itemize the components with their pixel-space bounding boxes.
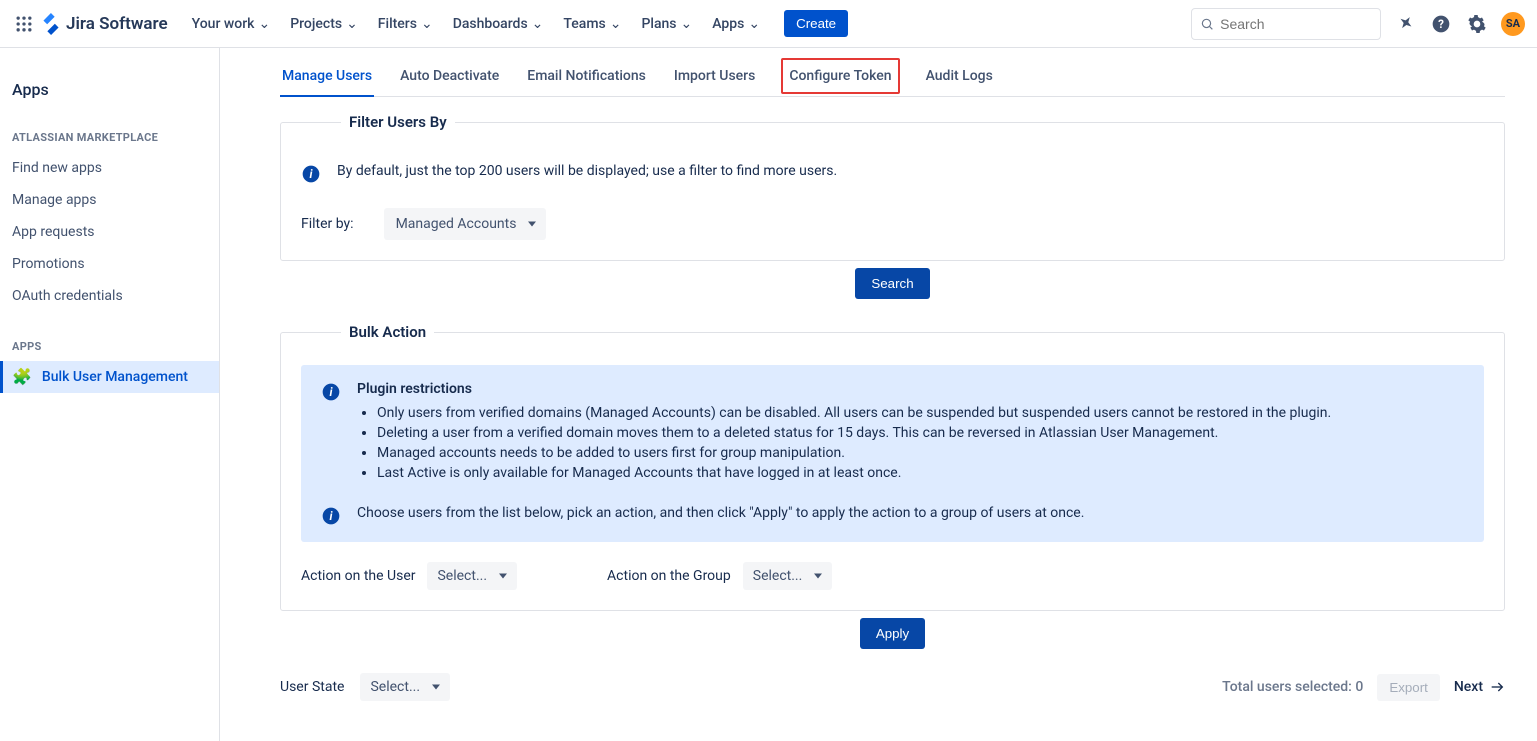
nav-teams[interactable]: Teams⌄ xyxy=(555,10,629,38)
nav-your-work[interactable]: Your work⌄ xyxy=(184,10,279,38)
info-icon: i xyxy=(301,164,321,184)
restrictions-list: Only users from verified domains (Manage… xyxy=(377,405,1464,481)
sidebar-item-bulk-user[interactable]: 🧩 Bulk User Management xyxy=(0,361,219,393)
create-button[interactable]: Create xyxy=(784,10,848,37)
nav-projects[interactable]: Projects⌄ xyxy=(282,10,366,38)
footer-row: User State Select... Total users selecte… xyxy=(280,673,1505,701)
tab-manage-users[interactable]: Manage Users xyxy=(280,56,374,96)
action-user-select[interactable]: Select... xyxy=(427,562,517,590)
filter-by-label: Filter by: xyxy=(301,216,354,232)
restriction-item: Last Active is only available for Manage… xyxy=(377,465,1464,481)
total-selected-count: 0 xyxy=(1355,679,1363,695)
info-banner: i Plugin restrictions Only users from ve… xyxy=(301,365,1484,542)
arrow-right-icon xyxy=(1489,679,1505,695)
top-icons: ? SA xyxy=(1393,12,1525,36)
chevron-down-icon: ⌄ xyxy=(681,16,693,32)
tab-import-users[interactable]: Import Users xyxy=(672,56,757,96)
info-icon: i xyxy=(321,506,341,526)
chevron-down-icon: ⌄ xyxy=(421,16,433,32)
action-user-label: Action on the User xyxy=(301,568,415,584)
action-group-select[interactable]: Select... xyxy=(743,562,833,590)
main-content: Manage Users Auto Deactivate Email Notif… xyxy=(220,48,1537,741)
user-state-label: User State xyxy=(280,679,344,695)
tab-audit-logs[interactable]: Audit Logs xyxy=(924,56,995,96)
tab-configure-token[interactable]: Configure Token xyxy=(781,58,899,94)
sidebar-section-marketplace: ATLASSIAN MARKETPLACE xyxy=(0,123,219,152)
filter-panel-legend: Filter Users By xyxy=(341,113,455,131)
svg-text:?: ? xyxy=(1438,17,1444,31)
nav-apps[interactable]: Apps⌄ xyxy=(704,10,768,38)
search-input[interactable] xyxy=(1220,16,1372,32)
action-group-label: Action on the Group xyxy=(607,568,731,584)
search-icon xyxy=(1200,16,1214,32)
chevron-down-icon: ⌄ xyxy=(748,16,760,32)
filter-users-panel: Filter Users By i By default, just the t… xyxy=(280,113,1505,261)
apply-button[interactable]: Apply xyxy=(860,618,925,649)
chevron-down-icon: ⌄ xyxy=(258,16,270,32)
search-box[interactable] xyxy=(1191,8,1381,40)
user-state-select[interactable]: Select... xyxy=(360,673,450,701)
chevron-down-icon: ⌄ xyxy=(346,16,358,32)
jira-logo[interactable]: Jira Software xyxy=(40,13,168,35)
total-selected-label: Total users selected: 0 xyxy=(1222,679,1363,695)
chevron-down-icon: ⌄ xyxy=(610,16,622,32)
nav-dashboards[interactable]: Dashboards⌄ xyxy=(445,10,552,38)
restriction-item: Deleting a user from a verified domain m… xyxy=(377,425,1464,441)
chevron-down-icon: ⌄ xyxy=(532,16,544,32)
notification-icon[interactable] xyxy=(1393,12,1417,36)
sidebar-item-find-apps[interactable]: Find new apps xyxy=(0,152,219,184)
sidebar-item-oauth[interactable]: OAuth credentials xyxy=(0,280,219,312)
puzzle-icon: 🧩 xyxy=(12,369,32,385)
nav-plans[interactable]: Plans⌄ xyxy=(633,10,700,38)
tab-email-notifications[interactable]: Email Notifications xyxy=(525,56,648,96)
sidebar-item-label: Bulk User Management xyxy=(42,369,188,385)
jira-icon xyxy=(40,13,62,35)
filter-info-text: By default, just the top 200 users will … xyxy=(337,163,837,179)
restriction-item: Managed accounts needs to be added to us… xyxy=(377,445,1464,461)
sidebar-section-apps: APPS xyxy=(0,332,219,361)
export-button[interactable]: Export xyxy=(1377,674,1440,701)
tabs: Manage Users Auto Deactivate Email Notif… xyxy=(280,56,1505,97)
nav-filters[interactable]: Filters⌄ xyxy=(370,10,441,38)
app-switcher-icon[interactable] xyxy=(12,12,36,36)
sidebar-item-manage-apps[interactable]: Manage apps xyxy=(0,184,219,216)
product-name: Jira Software xyxy=(66,14,168,34)
help-icon[interactable]: ? xyxy=(1429,12,1453,36)
sidebar-item-promotions[interactable]: Promotions xyxy=(0,248,219,280)
filter-by-select[interactable]: Managed Accounts xyxy=(384,208,547,240)
settings-icon[interactable] xyxy=(1465,12,1489,36)
choose-info-text: Choose users from the list below, pick a… xyxy=(357,505,1084,521)
info-icon: i xyxy=(321,382,341,402)
bulk-panel-legend: Bulk Action xyxy=(341,323,434,341)
search-button[interactable]: Search xyxy=(855,268,929,299)
sidebar-item-app-requests[interactable]: App requests xyxy=(0,216,219,248)
topbar: Jira Software Your work⌄ Projects⌄ Filte… xyxy=(0,0,1537,48)
sidebar: Apps ATLASSIAN MARKETPLACE Find new apps… xyxy=(0,48,220,741)
restrictions-title: Plugin restrictions xyxy=(357,381,1464,397)
tab-auto-deactivate[interactable]: Auto Deactivate xyxy=(398,56,501,96)
avatar[interactable]: SA xyxy=(1501,12,1525,36)
bulk-action-panel: Bulk Action i Plugin restrictions Only u… xyxy=(280,323,1505,611)
restriction-item: Only users from verified domains (Manage… xyxy=(377,405,1464,421)
next-button[interactable]: Next xyxy=(1454,679,1505,695)
sidebar-title: Apps xyxy=(0,64,219,123)
primary-nav: Your work⌄ Projects⌄ Filters⌄ Dashboards… xyxy=(184,10,848,38)
